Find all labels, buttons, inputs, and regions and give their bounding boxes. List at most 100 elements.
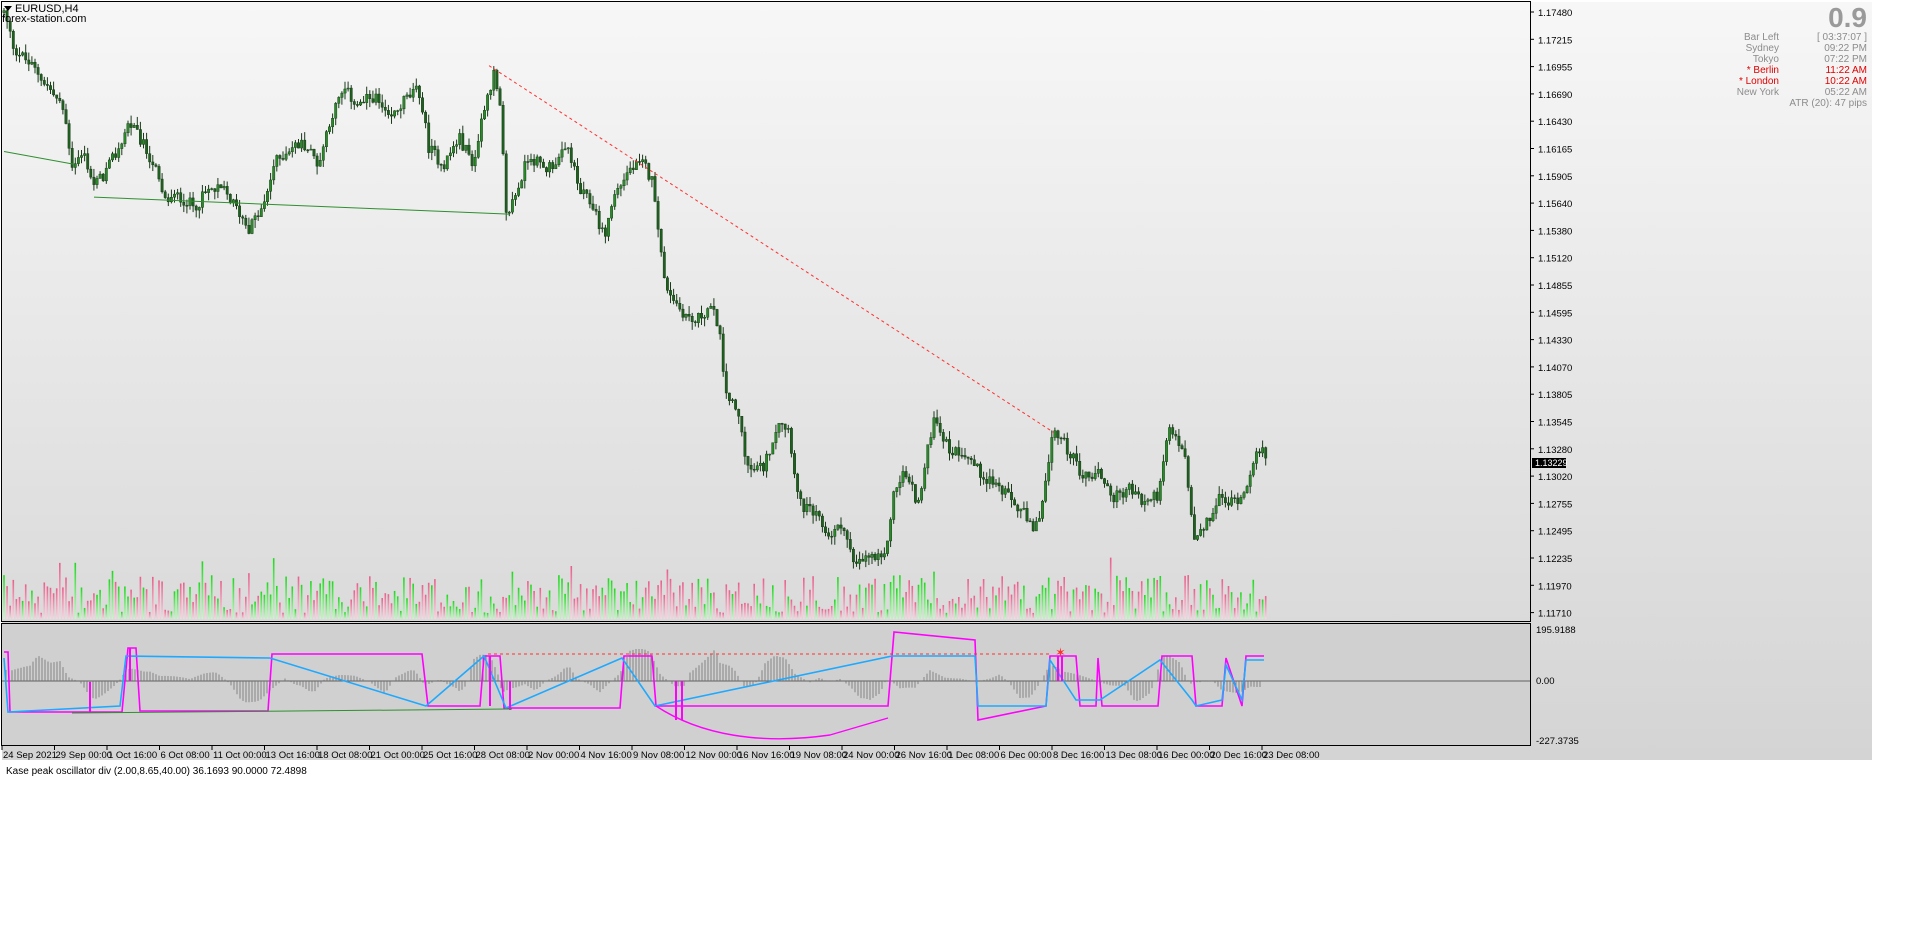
candle-body xyxy=(805,504,809,512)
candle-body xyxy=(762,462,765,472)
candle-body xyxy=(972,459,976,466)
volume-bar xyxy=(1128,588,1131,619)
volume-bar xyxy=(629,602,631,619)
session-label: Tokyo xyxy=(1752,54,1779,65)
candle-body xyxy=(427,122,431,153)
candle-body xyxy=(1065,438,1069,455)
price-label: 1.13280 xyxy=(1538,445,1572,456)
candle-body xyxy=(297,142,300,149)
volume-bar xyxy=(765,605,768,619)
candle-body xyxy=(830,535,834,538)
candle-body xyxy=(790,428,793,454)
candle-body xyxy=(101,173,105,182)
volume-bar xyxy=(877,612,879,619)
volume-bar xyxy=(651,596,653,619)
volume-bar xyxy=(269,594,272,619)
candle-body xyxy=(786,428,790,430)
volume-bar xyxy=(3,575,5,619)
volume-bar xyxy=(731,594,734,619)
time-label: 13 Dec 08:00 xyxy=(1106,750,1163,761)
candle-body xyxy=(594,209,598,212)
candle-body xyxy=(138,129,142,145)
volume-bar xyxy=(936,598,938,619)
volume-bar xyxy=(641,597,644,619)
volume-bar xyxy=(1252,579,1255,619)
chevron-down-icon[interactable] xyxy=(4,6,12,11)
volume-bar xyxy=(865,587,867,619)
candle-body xyxy=(895,487,899,492)
oscillator-panel: ✶ xyxy=(2,624,1530,745)
session-info-panel: 0.9 Bar Left[ 03:37:07 ] Sydney 09:22 PM To… xyxy=(1719,4,1867,110)
volume-bar xyxy=(325,594,328,619)
volume-bar xyxy=(372,587,374,619)
candle-body xyxy=(1254,451,1258,464)
candle-body xyxy=(675,300,679,304)
candle-body xyxy=(799,491,803,499)
candle-body xyxy=(647,163,651,180)
time-label: 6 Oct 08:00 xyxy=(161,750,210,761)
candle-body xyxy=(535,156,539,166)
volume-bar xyxy=(747,603,749,619)
volume-bar xyxy=(995,595,997,619)
volume-bar xyxy=(1109,557,1112,619)
volume-bar xyxy=(133,597,135,619)
candle-body xyxy=(554,164,558,170)
candle-body xyxy=(309,148,313,151)
volume-bar xyxy=(775,611,777,619)
volume-bar xyxy=(514,605,517,619)
volume-bar xyxy=(948,601,951,619)
session-label: New York xyxy=(1736,87,1779,98)
volume-bar xyxy=(998,587,1000,619)
volume-bar xyxy=(589,608,591,619)
indicator-title: Kase peak oscillator div (2.00,8.65,40.0… xyxy=(6,766,307,777)
candle-body xyxy=(697,313,700,323)
candle-body xyxy=(173,193,176,198)
candle-body xyxy=(269,179,272,192)
volume-bar xyxy=(214,596,216,619)
candle-body xyxy=(1242,492,1246,498)
price-label: 1.13020 xyxy=(1538,472,1572,483)
candle-body xyxy=(1264,447,1268,459)
volume-bar xyxy=(356,583,359,619)
time-label: 8 Dec 16:00 xyxy=(1053,750,1104,761)
volume-bar xyxy=(573,598,576,619)
candle-body xyxy=(631,167,635,170)
volume-bar xyxy=(536,606,538,619)
volume-bar xyxy=(96,594,98,619)
volume-bar xyxy=(65,577,67,619)
volume-bar xyxy=(520,595,523,619)
volume-bar xyxy=(468,586,470,619)
price-label: 1.14070 xyxy=(1538,363,1572,374)
volume-bar xyxy=(809,589,811,619)
candle-body xyxy=(39,74,43,81)
volume-bar xyxy=(753,583,755,619)
volume-bar xyxy=(186,597,188,619)
volume-bar xyxy=(604,595,607,619)
candle-body xyxy=(876,553,880,560)
volume-bar xyxy=(1199,584,1202,619)
volume-bar xyxy=(176,589,179,619)
candle-body xyxy=(1025,508,1029,522)
volume-bar xyxy=(954,603,957,619)
candle-body xyxy=(811,505,815,516)
volume-bar xyxy=(502,596,504,619)
candle-body xyxy=(514,195,517,200)
volume-bar xyxy=(245,596,247,619)
oscillator-axis-label: 195.9188 xyxy=(1536,625,1576,636)
volume-bar xyxy=(322,578,325,619)
candle-body xyxy=(1214,505,1218,514)
price-label: 1.13545 xyxy=(1538,418,1572,429)
candle-body xyxy=(653,176,657,202)
candle-body xyxy=(219,184,223,189)
candle-body xyxy=(1056,430,1060,439)
volume-bar xyxy=(1066,591,1069,619)
volume-bar xyxy=(158,580,160,619)
candle-body xyxy=(328,126,331,132)
candle-body xyxy=(951,452,955,456)
trading-chart[interactable]: ✶ 1.17480 1.17215 1.16955 1.16690 1.16430 1.1… xyxy=(0,0,1916,933)
volume-bar xyxy=(241,612,244,619)
candle-body xyxy=(920,488,924,501)
volume-bar xyxy=(610,580,613,619)
candle-body xyxy=(548,162,552,173)
candle-body xyxy=(1130,483,1134,495)
